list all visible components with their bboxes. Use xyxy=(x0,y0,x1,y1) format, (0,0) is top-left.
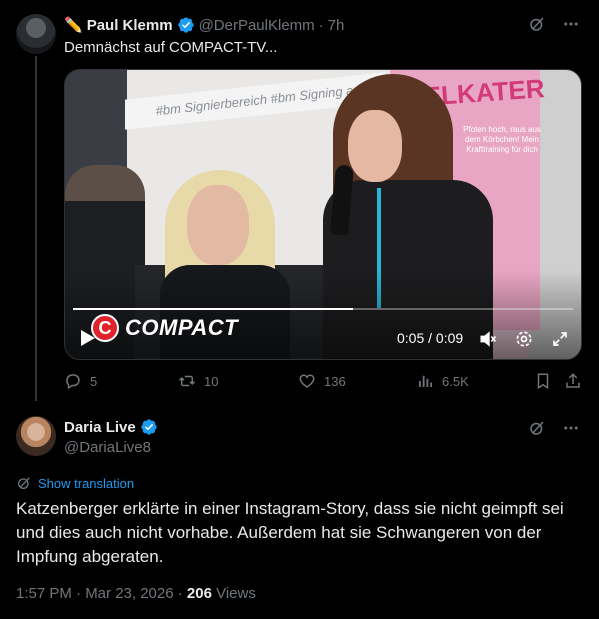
author-name[interactable]: Daria Live xyxy=(64,419,136,436)
tweet-header: Daria Live xyxy=(64,418,158,436)
video-progress-fill xyxy=(73,308,353,310)
scene-poster-subtitle: Pfoten hoch, raus aus dem Körbchen! Mein… xyxy=(463,125,541,154)
video-time: 0:05 / 0:09 xyxy=(397,330,464,346)
time-ago[interactable]: 7h xyxy=(328,17,345,34)
grok-icon[interactable] xyxy=(527,418,547,438)
tweet-paul-klemm[interactable]: ✏️ Paul Klemm @DerPaulKlemm · 7h Demnäch… xyxy=(0,0,599,405)
views-icon xyxy=(419,375,433,387)
fullscreen-icon[interactable] xyxy=(549,328,571,350)
views-button[interactable]: 6.5K xyxy=(416,372,469,390)
views-count: 206 xyxy=(186,585,212,602)
bookmark-icon xyxy=(537,373,549,390)
tweet-text: Katzenberger erklärte in einer Instagram… xyxy=(16,499,564,566)
translate-icon xyxy=(18,477,30,489)
video-player[interactable]: #bm Signierbereich #bm Signing area KELK… xyxy=(64,69,582,360)
like-count: 136 xyxy=(324,373,346,389)
bookmark-button[interactable] xyxy=(534,372,552,390)
settings-icon[interactable] xyxy=(513,328,535,350)
separator: · xyxy=(318,16,324,34)
share-button[interactable] xyxy=(564,372,582,390)
avatar-daria-live[interactable] xyxy=(16,416,56,456)
like-button[interactable]: 136 xyxy=(298,372,346,390)
reply-button[interactable]: 5 xyxy=(64,372,97,390)
tweet-action-bar: 5 10 136 6.5K xyxy=(64,372,584,394)
more-icon[interactable] xyxy=(561,14,581,34)
author-name[interactable]: Paul Klemm xyxy=(87,17,173,34)
repost-icon xyxy=(178,375,196,387)
repost-count: 10 xyxy=(204,373,219,389)
tweet-text: Demnächst auf COMPACT-TV... xyxy=(64,39,278,56)
play-icon[interactable] xyxy=(79,328,97,348)
scene-interviewer-face xyxy=(348,110,402,182)
grok-icon[interactable] xyxy=(527,14,547,34)
compact-logo: C COMPACT xyxy=(91,314,238,342)
reply-count: 5 xyxy=(90,373,98,389)
volume-muted-icon[interactable] xyxy=(477,328,499,350)
more-icon[interactable] xyxy=(561,418,581,438)
views-count: 6.5K xyxy=(442,373,469,389)
video-progress-bar[interactable] xyxy=(73,308,573,310)
tweet-top-actions xyxy=(527,14,581,34)
show-translation-link[interactable]: Show translation xyxy=(16,475,134,491)
author-handle[interactable]: @DerPaulKlemm xyxy=(199,17,315,34)
repost-button[interactable]: 10 xyxy=(178,372,218,390)
like-icon xyxy=(299,374,315,388)
scene-person-blonde-face xyxy=(187,185,249,265)
avatar-paul-klemm[interactable] xyxy=(16,14,56,54)
tweet-header: ✏️ Paul Klemm @DerPaulKlemm · 7h xyxy=(64,16,345,35)
share-icon xyxy=(566,373,580,388)
show-translation-label: Show translation xyxy=(38,475,135,491)
tweet-meta: 1:57 PM · Mar 23, 2026 · 206 Views xyxy=(16,585,256,602)
verified-badge-icon xyxy=(177,17,194,33)
thread-connector-line xyxy=(35,56,37,401)
tweet-top-actions xyxy=(527,418,581,438)
author-emoji: ✏️ xyxy=(64,17,83,34)
author-handle[interactable]: @DariaLive8 xyxy=(64,439,151,456)
tweet-timestamp[interactable]: 1:57 PM · Mar 23, 2026 · xyxy=(16,585,187,602)
reply-icon xyxy=(66,374,80,390)
compact-logo-text: COMPACT xyxy=(125,315,239,340)
verified-badge-icon xyxy=(141,419,157,435)
views-label: Views xyxy=(211,585,256,602)
